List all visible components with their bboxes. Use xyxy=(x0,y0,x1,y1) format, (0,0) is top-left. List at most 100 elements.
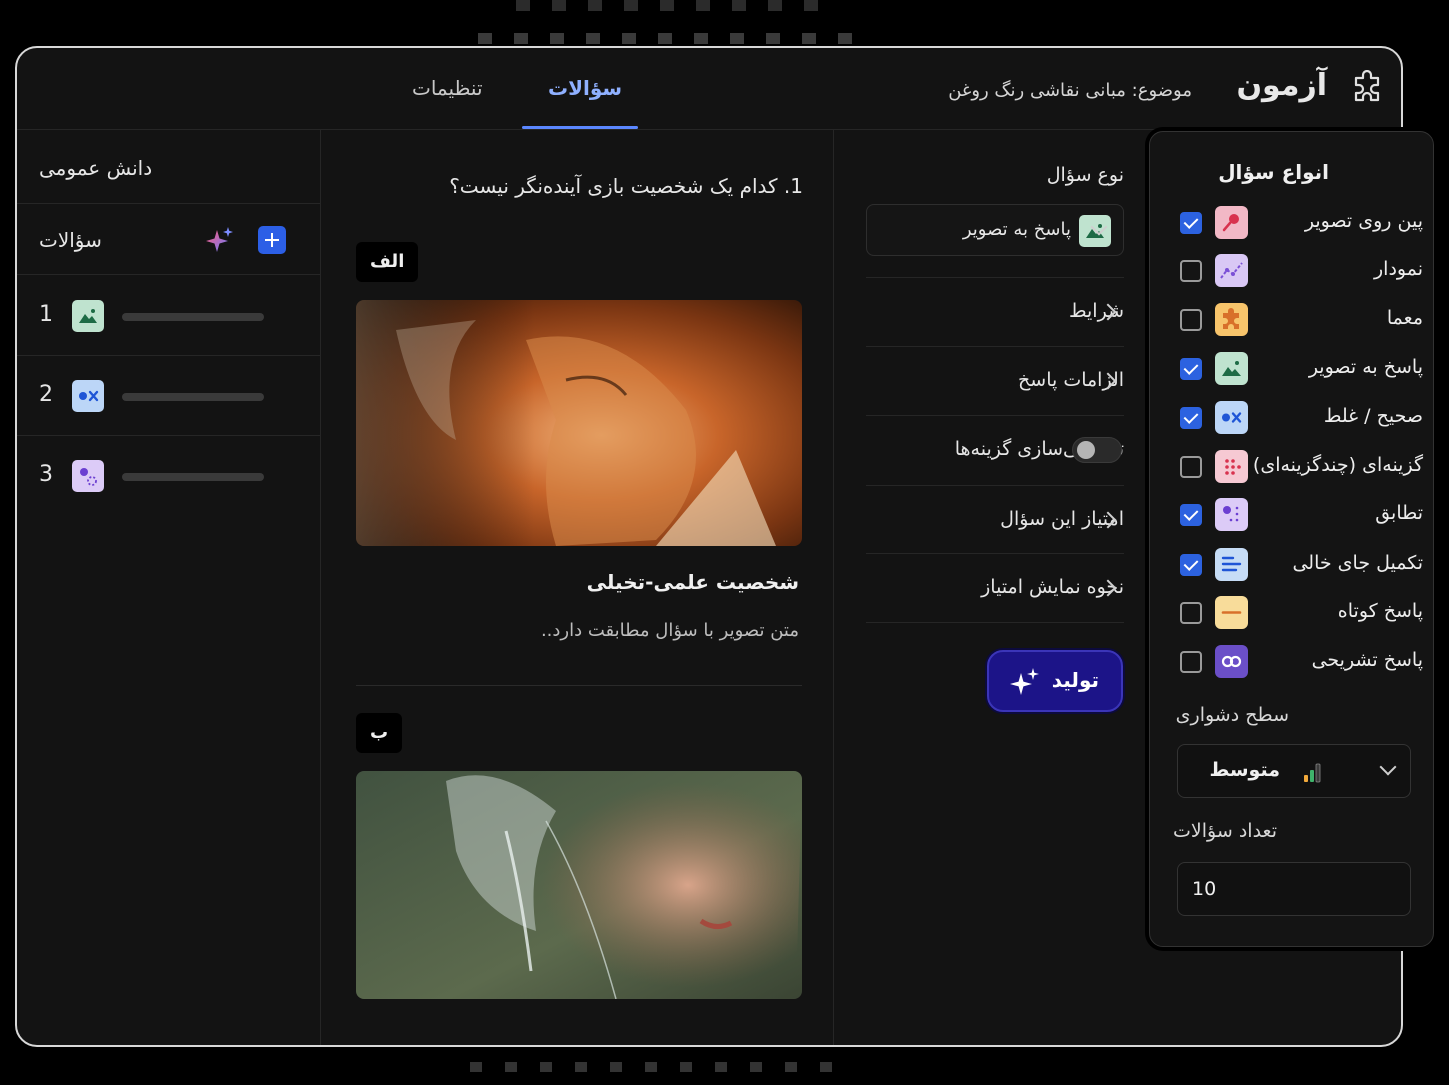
decorative-dashes-top xyxy=(516,0,818,11)
option-a-description: متن تصویر با سؤال مطابقت دارد.. xyxy=(540,620,799,641)
question-number: 2 xyxy=(39,382,53,407)
type-label: تکمیل جای خالی xyxy=(1292,552,1423,574)
checkbox[interactable] xyxy=(1180,602,1202,624)
type-label: تطابق xyxy=(1375,502,1423,524)
question-preview: 1. کدام یک شخصیت بازی آینده‌نگر نیست؟ ال… xyxy=(322,130,834,1045)
generate-label: تولید xyxy=(1051,668,1099,692)
option-a-label: الف xyxy=(356,242,419,282)
type-item-image-answer[interactable]: پاسخ به تصویر xyxy=(1150,349,1435,389)
type-label: معما xyxy=(1386,307,1423,329)
option-b-image[interactable] xyxy=(356,771,802,999)
question-placeholder-bar xyxy=(122,473,264,481)
type-item-puzzle[interactable]: معما xyxy=(1150,300,1435,340)
type-item-short-answer[interactable]: پاسخ کوتاه xyxy=(1150,593,1435,633)
short-answer-icon xyxy=(1215,596,1248,629)
type-label: صحیح / غلط xyxy=(1323,405,1423,427)
question-text: 1. کدام یک شخصیت بازی آینده‌نگر نیست؟ xyxy=(449,174,803,198)
checkbox[interactable] xyxy=(1180,651,1202,673)
type-label: پاسخ تشریحی xyxy=(1311,649,1423,671)
puzzle-logo-icon xyxy=(1354,70,1380,102)
question-count-input[interactable] xyxy=(1177,862,1411,916)
pin-icon xyxy=(1215,206,1248,239)
question-settings: نوع سؤال پاسخ به تصویر شرایط الزامات پاس… xyxy=(866,130,1124,830)
option-a-title: شخصیت علمی-تخیلی xyxy=(586,570,799,594)
type-label: نمودار xyxy=(1373,258,1423,280)
question-count-label: تعداد سؤالات xyxy=(1173,820,1277,842)
checkbox[interactable] xyxy=(1180,504,1202,526)
decorative-dashes-bottom xyxy=(470,1062,832,1072)
divider xyxy=(866,622,1124,623)
divider xyxy=(356,685,802,686)
puzzle-icon xyxy=(1215,303,1248,336)
checkbox[interactable] xyxy=(1180,260,1202,282)
conditions-row[interactable]: شرایط xyxy=(866,277,1124,346)
essay-icon xyxy=(1215,645,1248,678)
question-list-sidebar: دانش عمومی سؤالات 1 2 3 xyxy=(17,130,321,1045)
difficulty-label: سطح دشواری xyxy=(1175,704,1289,726)
chart-icon xyxy=(1215,254,1248,287)
type-item-true-false[interactable]: صحیح / غلط xyxy=(1150,398,1435,438)
topic-label: موضوع: مبانی نقاشی رنگ روغن xyxy=(948,80,1192,101)
shuffle-options-toggle[interactable] xyxy=(1072,437,1122,463)
generate-button[interactable]: تولید xyxy=(987,650,1123,712)
question-list-item[interactable]: 3 xyxy=(17,436,321,515)
question-number: 1 xyxy=(39,302,53,327)
option-a-image[interactable] xyxy=(356,300,802,546)
question-type-select[interactable]: پاسخ به تصویر xyxy=(866,204,1124,256)
active-tab-indicator xyxy=(522,126,638,129)
tab-questions[interactable]: سؤالات xyxy=(548,76,622,100)
ai-sparkle-button[interactable] xyxy=(204,224,236,256)
difficulty-bars-icon xyxy=(1304,763,1321,783)
checkbox[interactable] xyxy=(1180,407,1202,429)
checkbox[interactable] xyxy=(1180,212,1202,234)
type-item-multiple-choice[interactable]: گزینه‌ای (چندگزینه‌ای) xyxy=(1150,447,1435,487)
questions-heading: سؤالات xyxy=(39,228,102,252)
category-title: دانش عمومی xyxy=(39,156,153,180)
multiple-choice-icon xyxy=(1215,450,1248,483)
question-type-value: پاسخ به تصویر xyxy=(962,219,1071,240)
checkbox[interactable] xyxy=(1180,309,1202,331)
divider xyxy=(17,274,321,275)
answer-requirements-row[interactable]: الزامات پاسخ xyxy=(866,346,1124,415)
difficulty-select[interactable]: متوسط xyxy=(1177,744,1411,798)
type-item-essay[interactable]: پاسخ تشریحی xyxy=(1150,642,1435,682)
question-list-item[interactable]: 1 xyxy=(17,276,321,355)
add-question-button[interactable] xyxy=(258,226,286,254)
type-item-matching[interactable]: تطابق xyxy=(1150,495,1435,535)
question-type-label: نوع سؤال xyxy=(1046,164,1124,186)
checkbox[interactable] xyxy=(1180,456,1202,478)
type-label: پاسخ کوتاه xyxy=(1337,600,1423,622)
type-item-pin-on-image[interactable]: پین روی تصویر xyxy=(1150,203,1435,243)
chevron-down-icon xyxy=(1379,758,1397,776)
option-b-label: ب xyxy=(356,713,403,753)
checkbox[interactable] xyxy=(1180,358,1202,380)
question-list-item[interactable]: 2 xyxy=(17,356,321,435)
question-placeholder-bar xyxy=(122,393,264,401)
checkbox[interactable] xyxy=(1180,554,1202,576)
true-false-icon xyxy=(72,380,104,412)
question-placeholder-bar xyxy=(122,313,264,321)
app-title: آزمون xyxy=(1236,68,1327,103)
true-false-icon xyxy=(1215,401,1248,434)
type-label: پین روی تصویر xyxy=(1304,210,1423,232)
difficulty-value: متوسط xyxy=(1209,759,1280,781)
image-answer-icon xyxy=(72,300,104,332)
question-number: 3 xyxy=(39,462,53,487)
header-bar: آزمون موضوع: مبانی نقاشی رنگ روغن سؤالات… xyxy=(17,48,1401,130)
fill-blank-icon xyxy=(1215,548,1248,581)
matching-icon xyxy=(1215,498,1248,531)
divider xyxy=(17,203,321,204)
sparkle-icon xyxy=(1010,668,1039,695)
type-item-fill-blank[interactable]: تکمیل جای خالی xyxy=(1150,545,1435,585)
question-score-row[interactable]: امتیاز این سؤال xyxy=(866,485,1124,554)
type-item-chart[interactable]: نمودار xyxy=(1150,251,1435,291)
type-label: گزینه‌ای (چندگزینه‌ای) xyxy=(1252,454,1423,476)
image-answer-icon xyxy=(1215,352,1248,385)
tab-settings[interactable]: تنظیمات xyxy=(412,76,483,100)
matching-icon xyxy=(72,460,104,492)
score-display-row[interactable]: نحوه نمایش امتیاز xyxy=(866,553,1124,622)
shuffle-options-row: تصادفی‌سازی گزینه‌ها xyxy=(866,415,1124,484)
panel-title: انواع سؤال xyxy=(1218,160,1329,184)
decorative-dashes-top-second xyxy=(478,33,852,44)
question-types-panel: انواع سؤال پین روی تصویر نمودار معما پاس… xyxy=(1149,131,1434,947)
